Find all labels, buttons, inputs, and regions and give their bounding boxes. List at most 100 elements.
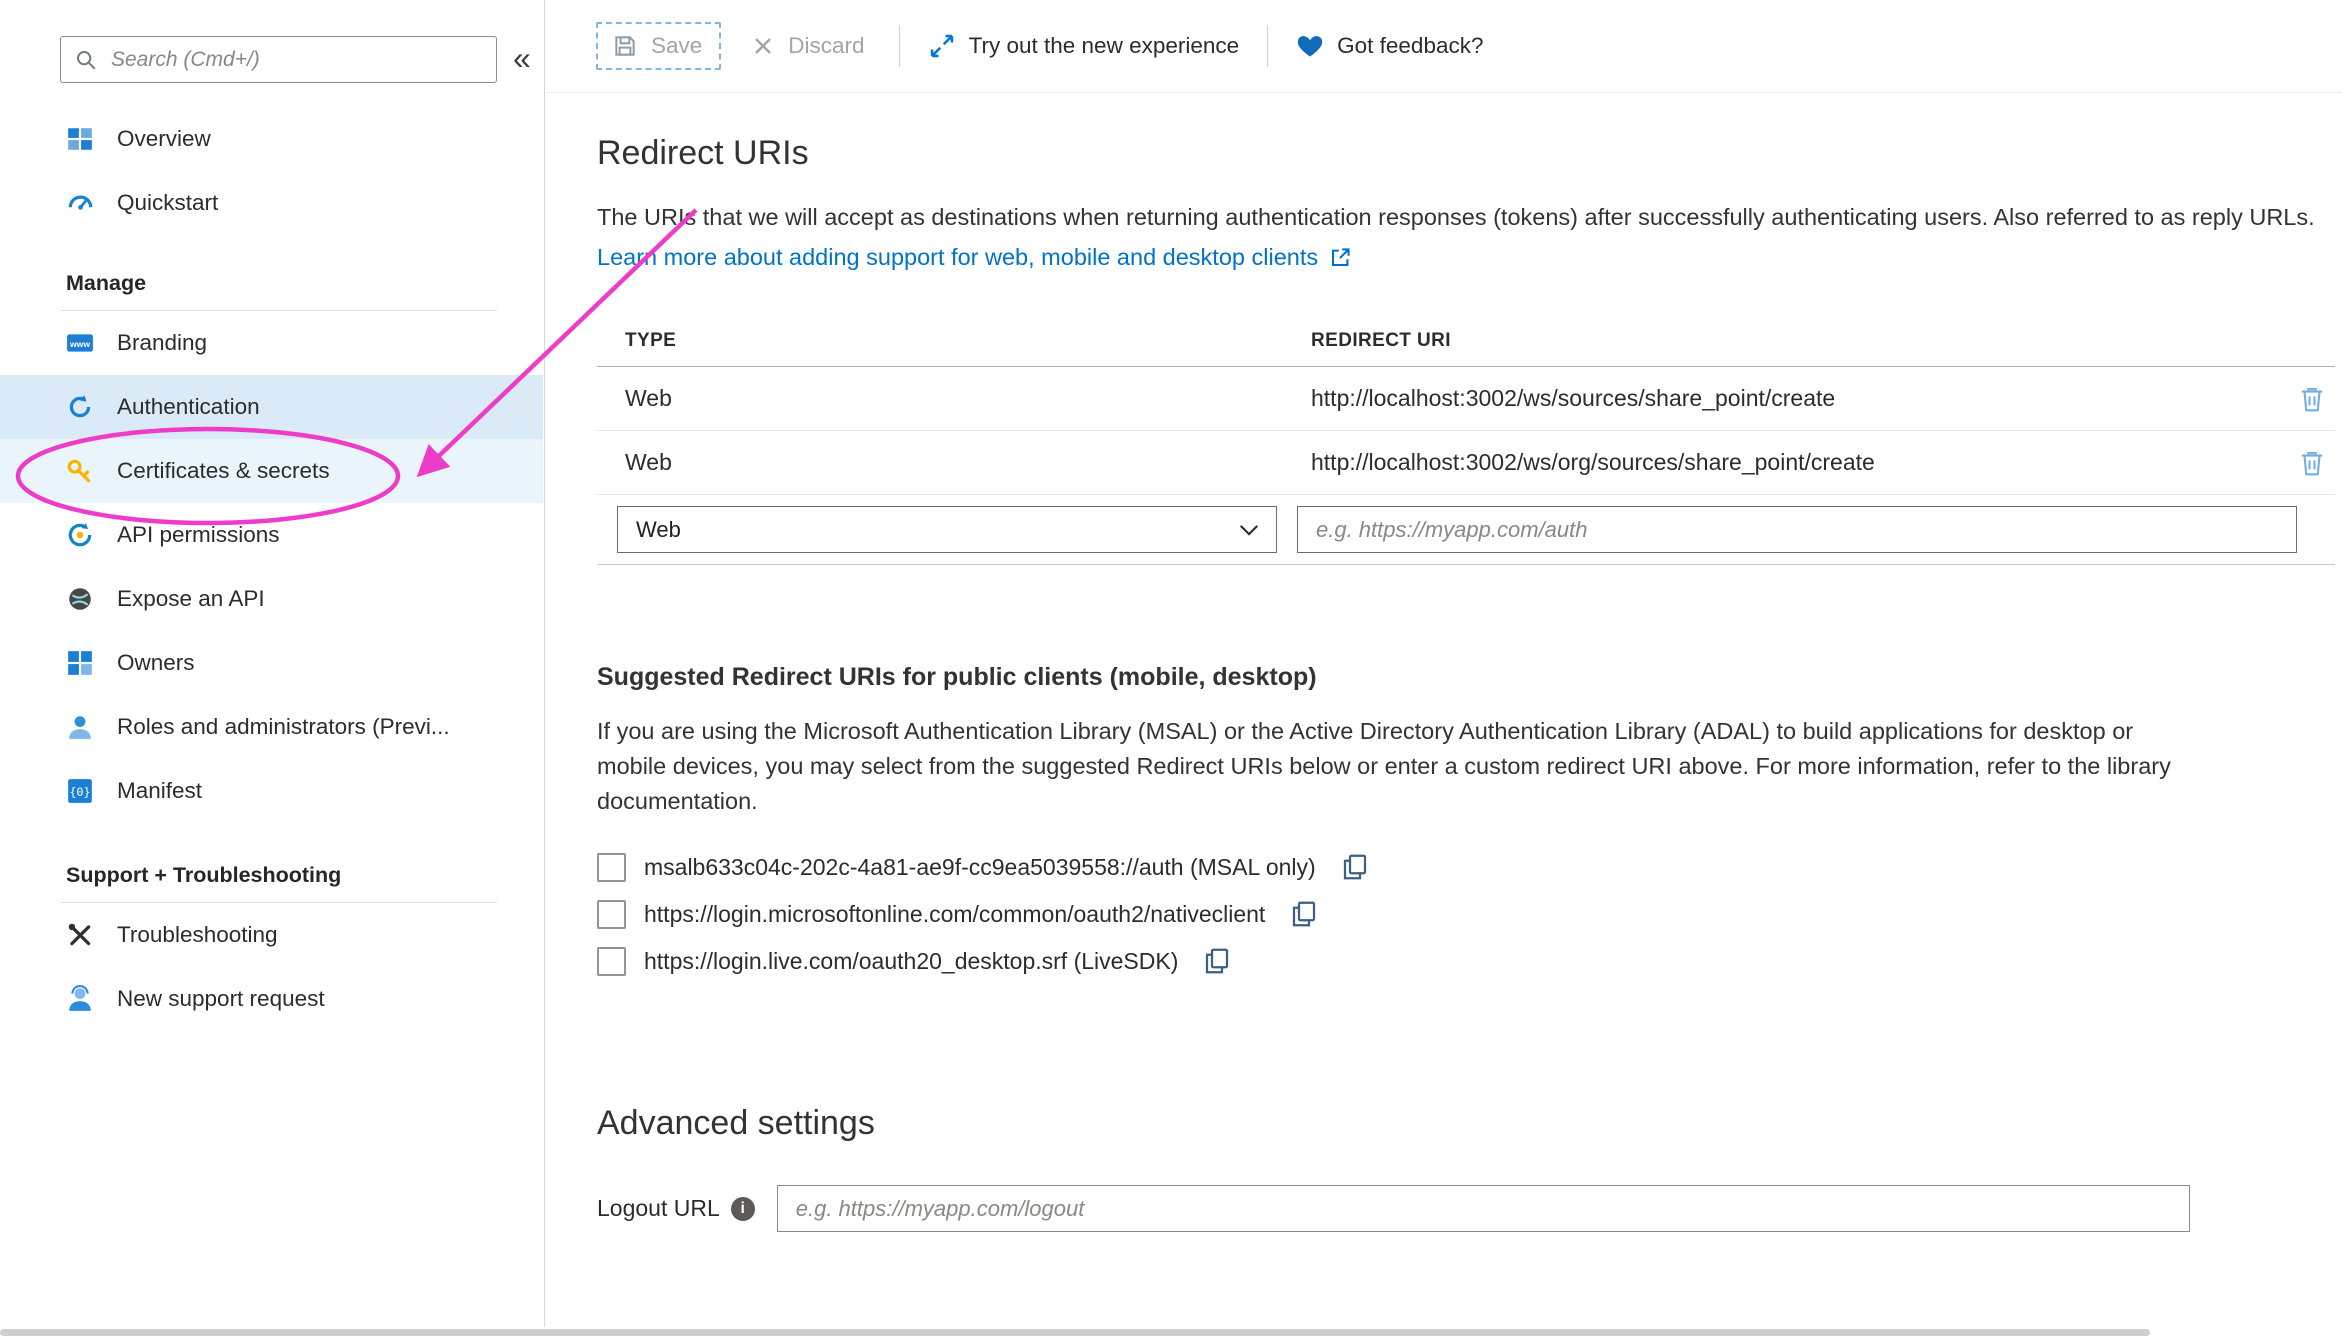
copy-uri-button[interactable] <box>1340 852 1370 882</box>
table-row: Web http://localhost:3002/ws/sources/sha… <box>597 367 2335 431</box>
suggested-uri-row: https://login.microsoftonline.com/common… <box>597 899 2342 929</box>
sidebar-item-overview[interactable]: Overview <box>0 107 543 171</box>
main-content: Redirect URIs The URIs that we will acce… <box>546 94 2342 1327</box>
save-icon <box>612 33 638 59</box>
horizontal-scrollbar[interactable] <box>0 1327 2342 1339</box>
sidebar-item-owners[interactable]: Owners <box>0 631 543 695</box>
save-label: Save <box>651 33 702 59</box>
discard-label: Discard <box>788 33 864 59</box>
sidebar-collapse-button[interactable]: « <box>513 36 531 80</box>
table-header-row: TYPE REDIRECT URI <box>597 315 2335 367</box>
command-bar: Save Discard Try out the new experience … <box>546 0 2342 93</box>
roles-icon <box>66 713 94 741</box>
trash-icon <box>2297 448 2327 478</box>
api-permissions-icon <box>66 521 94 549</box>
sidebar-item-label: Manifest <box>117 778 202 804</box>
scrollbar-thumb[interactable] <box>0 1329 2150 1336</box>
save-button[interactable]: Save <box>596 22 721 70</box>
sidebar-item-label: Troubleshooting <box>117 922 278 948</box>
azure-app-authentication-page: « Overview Quickstart Manage www Brandin… <box>0 0 2342 1339</box>
sidebar-item-new-support-request[interactable]: New support request <box>0 967 543 1031</box>
sidebar: « Overview Quickstart Manage www Brandin… <box>0 0 545 1339</box>
chevron-down-icon <box>1238 523 1260 537</box>
quickstart-icon <box>66 189 94 217</box>
feedback-label: Got feedback? <box>1337 33 1483 59</box>
sidebar-item-expose-api[interactable]: Expose an API <box>0 567 543 631</box>
suggested-uri-label: https://login.live.com/oauth20_desktop.s… <box>644 948 1178 975</box>
feedback-button[interactable]: Got feedback? <box>1296 32 1483 60</box>
sidebar-search-row: « <box>60 36 531 83</box>
logout-url-input[interactable] <box>777 1185 2190 1232</box>
suggested-uri-label: msalb633c04c-202c-4a81-ae9f-cc9ea5039558… <box>644 854 1316 881</box>
key-icon <box>66 457 94 485</box>
sidebar-item-roles-administrators[interactable]: Roles and administrators (Previ... <box>0 695 543 759</box>
sidebar-item-troubleshooting[interactable]: Troubleshooting <box>0 903 543 967</box>
learn-more-label: Learn more about adding support for web,… <box>597 244 1318 271</box>
discard-x-icon <box>751 34 775 58</box>
delete-uri-button[interactable] <box>2297 448 2327 478</box>
trash-icon <box>2297 384 2327 414</box>
sidebar-item-label: Branding <box>117 330 207 356</box>
manifest-icon: {0} <box>66 777 94 805</box>
copy-uri-button[interactable] <box>1202 946 1232 976</box>
uri-type-cell: Web <box>597 449 1311 476</box>
learn-more-link[interactable]: Learn more about adding support for web,… <box>597 244 1352 271</box>
uri-type-cell: Web <box>597 385 1311 412</box>
sidebar-item-certificates-secrets[interactable]: Certificates & secrets <box>0 439 543 503</box>
sidebar-item-quickstart[interactable]: Quickstart <box>0 171 543 235</box>
svg-text:{0}: {0} <box>69 785 90 799</box>
copy-uri-button[interactable] <box>1289 899 1319 929</box>
column-header-type: TYPE <box>597 330 1311 352</box>
suggested-uris-title: Suggested Redirect URIs for public clien… <box>597 663 2342 692</box>
suggested-uri-checkbox[interactable] <box>597 900 626 929</box>
table-row: Web http://localhost:3002/ws/org/sources… <box>597 431 2335 495</box>
search-icon <box>75 49 97 71</box>
sidebar-item-label: Roles and administrators (Previ... <box>117 714 450 740</box>
sidebar-section-header-support: Support + Troubleshooting <box>60 863 497 903</box>
logout-url-label: Logout URL <box>597 1195 720 1222</box>
uri-value-cell: http://localhost:3002/ws/sources/share_p… <box>1311 385 2297 412</box>
support-person-icon <box>66 985 94 1013</box>
svg-text:www: www <box>69 339 90 349</box>
redirect-uri-description: The URIs that we will accept as destinat… <box>597 200 2335 235</box>
overview-icon <box>66 125 94 153</box>
suggested-uri-label: https://login.microsoftonline.com/common… <box>644 901 1265 928</box>
info-icon[interactable]: i <box>731 1197 755 1221</box>
sidebar-item-manifest[interactable]: {0} Manifest <box>0 759 543 823</box>
selected-type-label: Web <box>636 517 681 543</box>
sidebar-section-header-manage: Manage <box>60 271 497 311</box>
uri-value-cell: http://localhost:3002/ws/org/sources/sha… <box>1311 449 2297 476</box>
discard-button[interactable]: Discard <box>751 33 864 59</box>
sidebar-item-label: Certificates & secrets <box>117 458 330 484</box>
try-new-label: Try out the new experience <box>969 33 1240 59</box>
delete-uri-button[interactable] <box>2297 384 2327 414</box>
branding-icon: www <box>66 329 94 357</box>
search-box[interactable] <box>60 36 497 83</box>
sidebar-item-api-permissions[interactable]: API permissions <box>0 503 543 567</box>
troubleshooting-icon <box>66 921 94 949</box>
sidebar-item-label: Authentication <box>117 394 260 420</box>
page-title: Redirect URIs <box>597 134 2342 173</box>
sidebar-item-label: API permissions <box>117 522 280 548</box>
suggested-uri-checkbox[interactable] <box>597 947 626 976</box>
sidebar-item-authentication[interactable]: Authentication <box>0 375 543 439</box>
sidebar-item-label: Overview <box>117 126 211 152</box>
owners-icon <box>66 649 94 677</box>
authentication-icon <box>66 393 94 421</box>
expose-api-icon <box>66 585 94 613</box>
suggested-uri-checkbox[interactable] <box>597 853 626 882</box>
sidebar-item-label: Quickstart <box>117 190 218 216</box>
uri-type-select[interactable]: Web <box>617 506 1277 553</box>
copy-icon <box>1289 899 1319 929</box>
toolbar-separator <box>899 25 900 67</box>
sidebar-item-label: New support request <box>117 986 325 1012</box>
swap-arrows-icon <box>928 32 956 60</box>
copy-icon <box>1202 946 1232 976</box>
sidebar-nav: Overview Quickstart Manage www Branding … <box>0 107 543 1031</box>
heart-icon <box>1296 32 1324 60</box>
copy-icon <box>1340 852 1370 882</box>
sidebar-item-branding[interactable]: www Branding <box>0 311 543 375</box>
new-uri-input[interactable] <box>1297 506 2297 553</box>
search-input[interactable] <box>109 47 482 73</box>
try-new-experience-button[interactable]: Try out the new experience <box>928 32 1240 60</box>
